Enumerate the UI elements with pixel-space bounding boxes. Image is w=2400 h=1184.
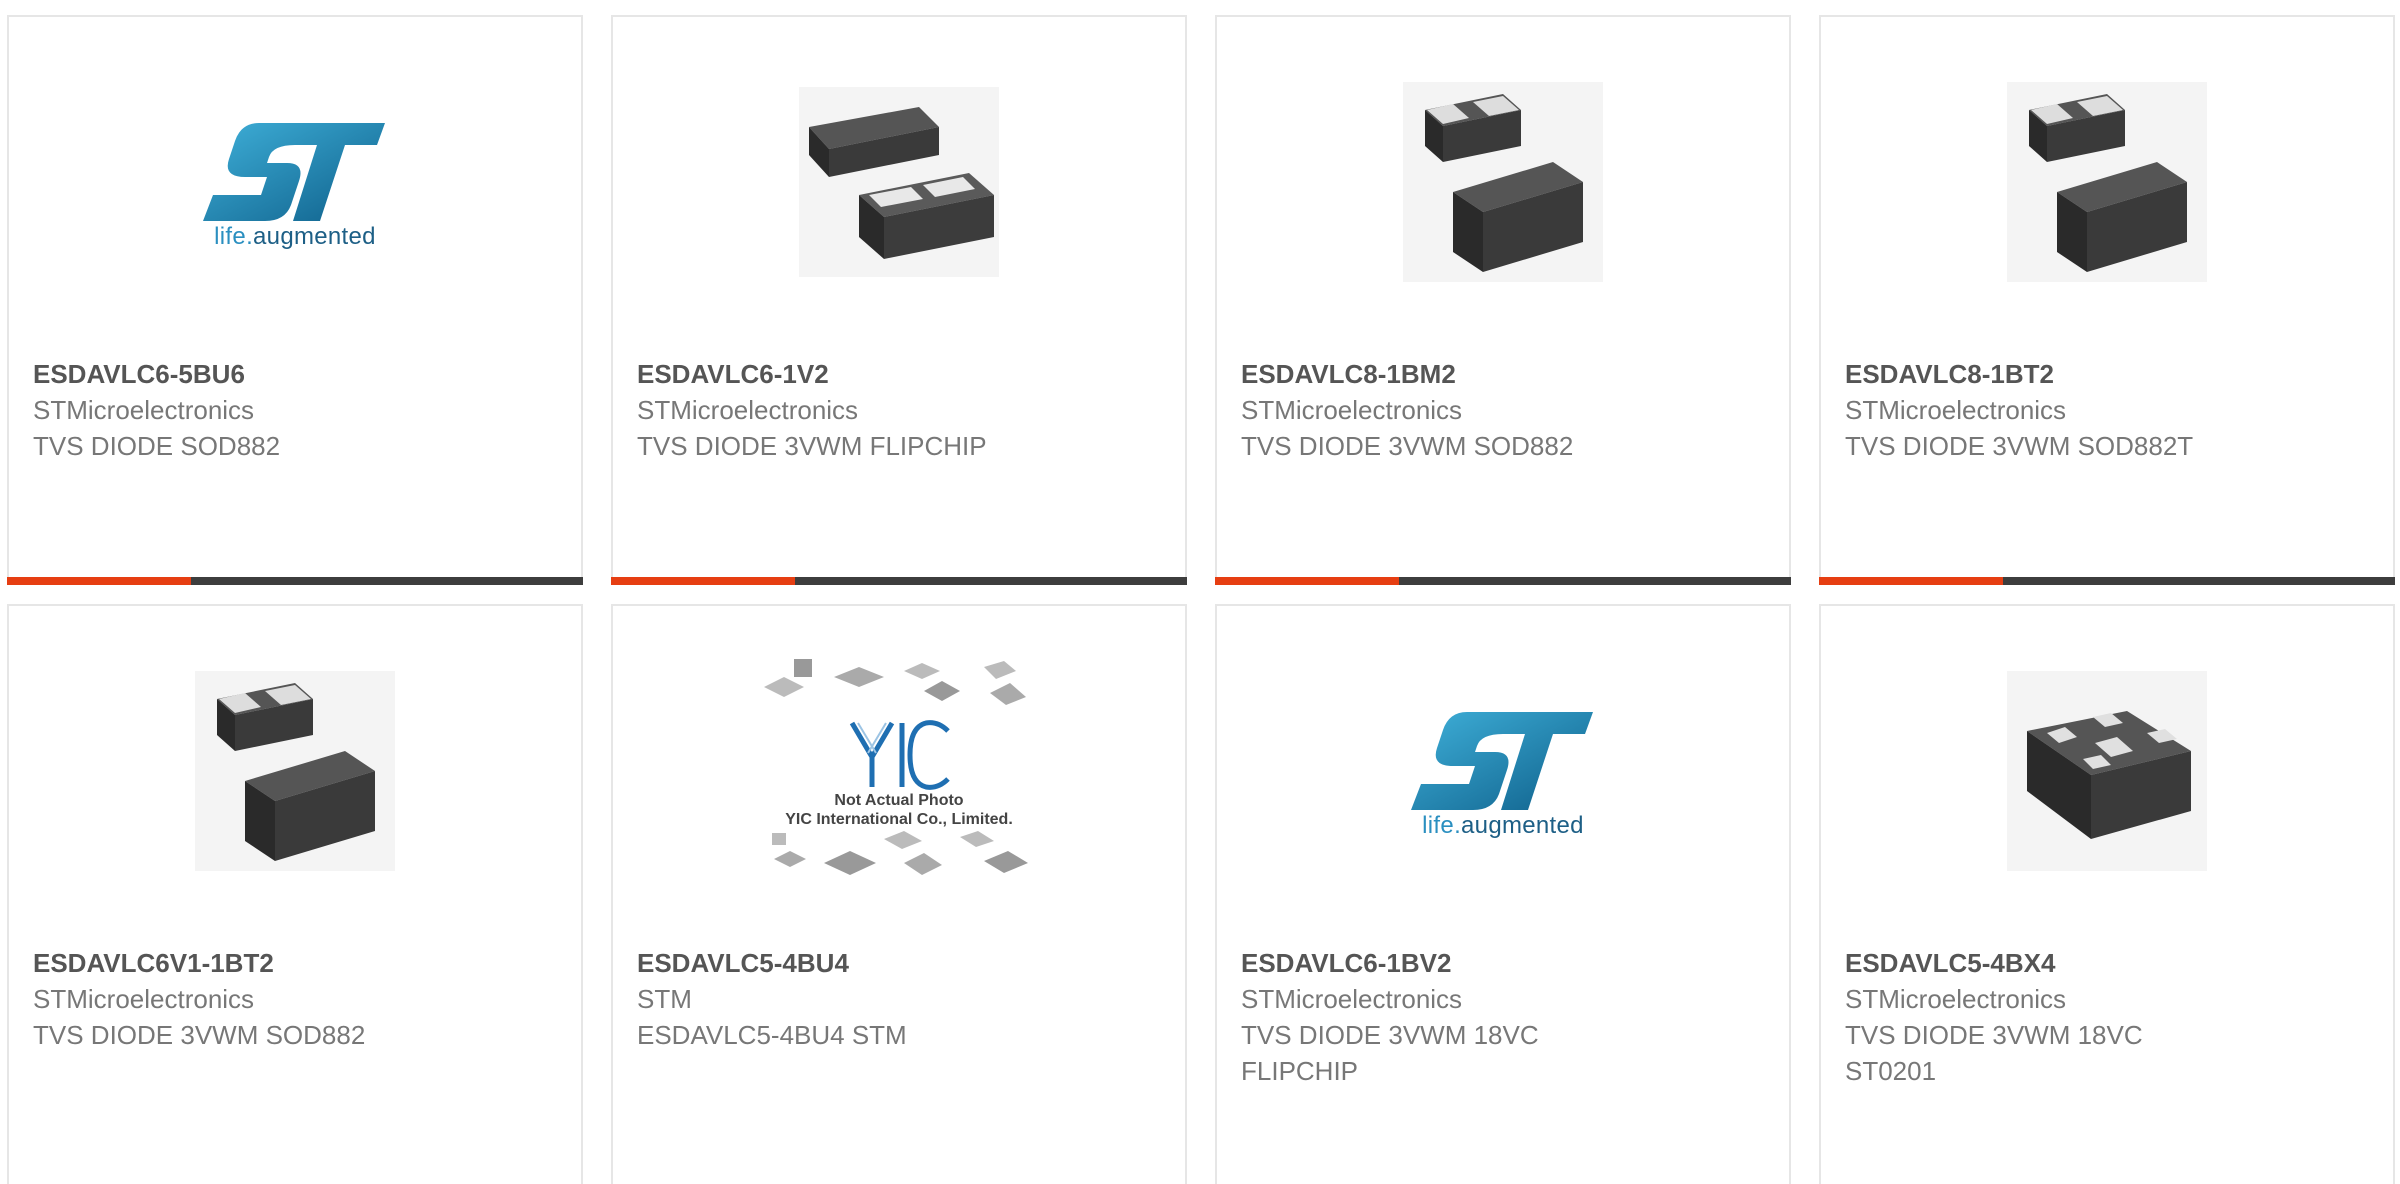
product-image [1217,17,1789,347]
product-card[interactable]: life.augmented ESDAVLC6-5BU6 STMicroelec… [7,15,583,585]
flipchip-package-icon [799,87,999,277]
part-number[interactable]: ESDAVLC8-1BT2 [1845,356,2373,392]
manufacturer: STMicroelectronics [1241,984,1463,1014]
part-number[interactable]: ESDAVLC6V1-1BT2 [33,945,561,981]
sod882-package-icon [195,671,395,871]
manufacturer: STMicroelectronics [33,395,255,425]
product-image [9,606,581,936]
description: TVS DIODE 3VWM FLIPCHIP [637,431,987,461]
card-footer-bar [1215,577,1791,585]
description: TVS DIODE 3VWM SOD882 [1241,431,1574,461]
description: TVS DIODE 3VWM SOD882T [1845,431,2194,461]
description: TVS DIODE SOD882 [33,431,281,461]
manufacturer: STMicroelectronics [1845,395,2067,425]
card-accent [1215,577,1399,585]
product-card[interactable]: ESDAVLC8-1BM2 STMicroelectronics TVS DIO… [1215,15,1791,585]
component-thumbnails-icon [772,831,1028,875]
logo-tagline: life.augmented [1422,812,1584,839]
product-image: life.augmented [9,17,581,347]
card-accent [1819,577,2003,585]
st0201-package-icon [2007,671,2207,871]
product-image [613,17,1185,347]
card-footer-bar [611,577,1187,585]
product-image [1821,606,2393,936]
placeholder-line2: YIC International Co., Limited. [785,811,1013,828]
manufacturer: STMicroelectronics [1845,984,2067,1014]
description: TVS DIODE 3VWM SOD882 [33,1020,366,1050]
product-card[interactable]: ESDAVLC6V1-1BT2 STMicroelectronics TVS D… [7,604,583,1184]
product-card[interactable]: Not Actual Photo YIC International Co., … [611,604,1187,1184]
product-image: life.augmented [1217,606,1789,936]
product-image [1821,17,2393,347]
card-accent [611,577,795,585]
st-logo: life.augmented [1403,702,1603,840]
sod882-package-icon [1403,82,1603,282]
manufacturer: STMicroelectronics [1241,395,1463,425]
yic-logo-icon [849,720,950,790]
part-number[interactable]: ESDAVLC6-1V2 [637,356,1165,392]
part-number[interactable]: ESDAVLC6-5BU6 [33,356,561,392]
description: TVS DIODE 3VWM 18VC [1241,1020,1539,1050]
st-logo-icon [1411,712,1593,810]
description: ESDAVLC5-4BU4 STM [637,1020,907,1050]
component-thumbnails-icon [764,659,1026,705]
st-logo: life.augmented [195,113,395,251]
part-number[interactable]: ESDAVLC6-1BV2 [1241,945,1769,981]
logo-tagline: life.augmented [214,223,376,250]
sod882-package-icon [2007,82,2207,282]
manufacturer: STMicroelectronics [33,984,255,1014]
product-card[interactable]: life.augmented ESDAVLC6-1BV2 STMicroelec… [1215,604,1791,1184]
part-number[interactable]: ESDAVLC8-1BM2 [1241,356,1769,392]
st-logo-icon [203,123,385,221]
product-card[interactable]: ESDAVLC6-1V2 STMicroelectronics TVS DIOD… [611,15,1187,585]
product-card[interactable]: ESDAVLC5-4BX4 STMicroelectronics TVS DIO… [1819,604,2395,1184]
card-footer-bar [7,577,583,585]
card-accent [7,577,191,585]
manufacturer: STMicroelectronics [637,395,859,425]
part-number[interactable]: ESDAVLC5-4BX4 [1845,945,2373,981]
description: FLIPCHIP [1241,1056,1359,1086]
placeholder-line1: Not Actual Photo [834,792,964,809]
product-image: Not Actual Photo YIC International Co., … [613,606,1185,936]
manufacturer: STM [637,984,692,1014]
product-grid: life.augmented ESDAVLC6-5BU6 STMicroelec… [0,0,2400,1184]
product-card[interactable]: ESDAVLC8-1BT2 STMicroelectronics TVS DIO… [1819,15,2395,585]
card-footer-bar [1819,577,2395,585]
description: ST0201 [1845,1056,1937,1086]
part-number[interactable]: ESDAVLC5-4BU4 [637,945,1165,981]
not-actual-photo-placeholder: Not Actual Photo YIC International Co., … [764,657,1034,885]
description: TVS DIODE 3VWM 18VC [1845,1020,2143,1050]
